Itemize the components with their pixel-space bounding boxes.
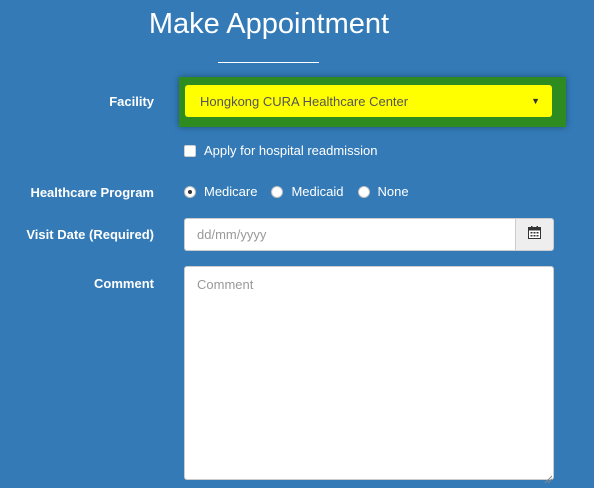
comment-label: Comment <box>94 276 154 291</box>
page-title: Make Appointment <box>148 8 390 40</box>
readmission-checkbox-row[interactable]: Apply for hospital readmission <box>184 143 377 158</box>
radio-none-button[interactable] <box>357 185 370 198</box>
visit-date-group <box>184 218 554 251</box>
facility-highlight-frame: Hongkong CURA Healthcare Center ▼ <box>179 77 566 127</box>
radio-medicare-label: Medicare <box>204 184 258 199</box>
resize-grip-icon[interactable] <box>544 470 553 484</box>
facility-label: Facility <box>109 94 154 109</box>
chevron-down-icon: ▼ <box>531 96 540 106</box>
title-divider <box>218 62 319 63</box>
radio-medicare-button[interactable] <box>184 185 196 198</box>
calendar-button[interactable] <box>515 218 554 251</box>
readmission-label: Apply for hospital readmission <box>204 143 378 158</box>
radio-medicaid[interactable]: Medicaid <box>271 184 344 199</box>
visit-date-label: Visit Date (Required) <box>26 227 154 242</box>
calendar-icon <box>528 225 541 244</box>
visit-date-input[interactable] <box>184 218 515 251</box>
facility-select[interactable]: Hongkong CURA Healthcare Center ▼ <box>185 85 552 117</box>
radio-none[interactable]: None <box>357 184 409 199</box>
comment-textarea[interactable] <box>184 266 554 480</box>
healthcare-program-radio-group: Medicare Medicaid None <box>184 184 423 199</box>
radio-medicare[interactable]: Medicare <box>184 184 257 199</box>
facility-selected-value: Hongkong CURA Healthcare Center <box>200 93 409 109</box>
readmission-checkbox[interactable] <box>184 144 196 157</box>
healthcare-program-label: Healthcare Program <box>30 185 154 200</box>
radio-none-label: None <box>377 184 409 199</box>
radio-medicaid-label: Medicaid <box>291 184 344 199</box>
radio-medicaid-button[interactable] <box>271 185 284 198</box>
